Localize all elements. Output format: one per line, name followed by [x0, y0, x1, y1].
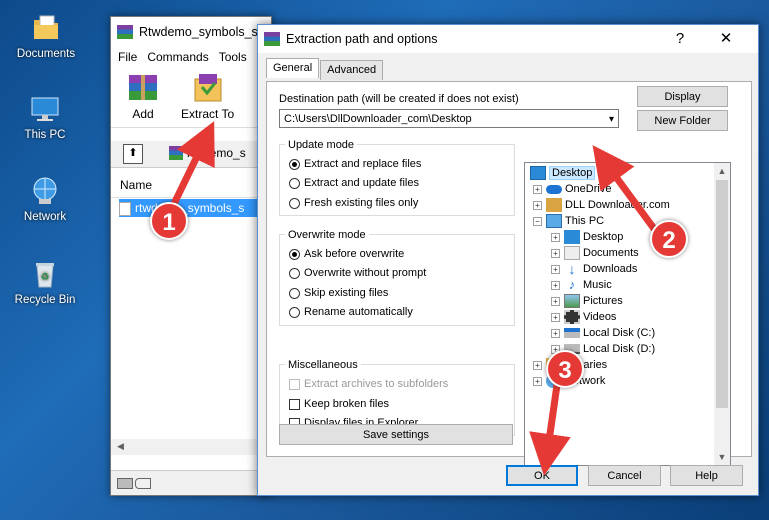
step-callout-1: 1 [150, 202, 188, 240]
step-callout-3: 3 [546, 350, 584, 388]
arrow-3 [529, 381, 571, 476]
instruction-arrows [166, 121, 659, 476]
arrow-1 [166, 121, 215, 216]
arrow-2 [592, 145, 659, 234]
step-callout-2: 2 [650, 220, 688, 258]
